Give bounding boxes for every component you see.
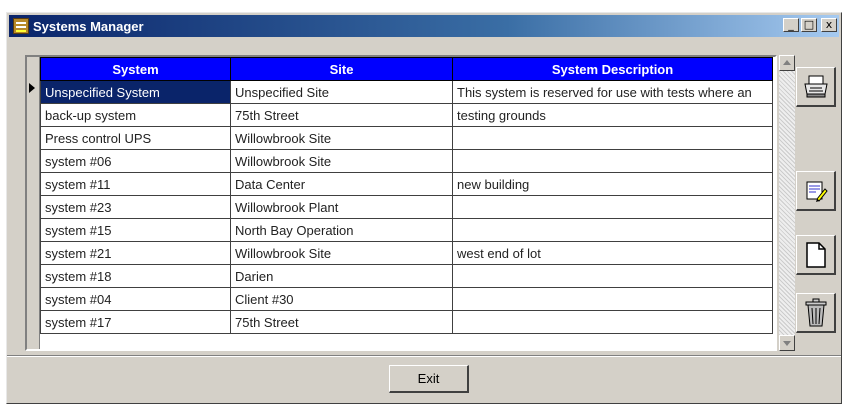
delete-button[interactable] [796, 293, 836, 333]
edit-button[interactable] [796, 171, 836, 211]
cell-description[interactable]: This system is reserved for use with tes… [452, 80, 773, 104]
cell-description[interactable]: new building [452, 172, 773, 196]
systems-table: System Site System Description Unspecifi… [40, 57, 773, 334]
cell-system[interactable]: system #15 [40, 218, 231, 242]
column-header-system[interactable]: System [40, 57, 231, 81]
current-row-indicator-icon [29, 83, 35, 93]
cell-site[interactable]: Data Center [230, 172, 453, 196]
row-header-column [27, 57, 40, 349]
table-row[interactable]: system #11 Data Center new building [40, 172, 773, 196]
cell-system[interactable]: system #17 [40, 310, 231, 334]
cell-description[interactable]: testing grounds [452, 103, 773, 127]
print-button[interactable] [796, 67, 836, 107]
scroll-track[interactable] [779, 71, 795, 335]
cell-site[interactable]: Darien [230, 264, 453, 288]
window-controls: _ □ x [783, 18, 837, 32]
minimize-button[interactable]: _ [783, 18, 799, 32]
window-title: Systems Manager [33, 18, 144, 34]
cell-site[interactable]: Willowbrook Site [230, 126, 453, 150]
cell-site[interactable]: Unspecified Site [230, 80, 453, 104]
cell-system[interactable]: Press control UPS [40, 126, 231, 150]
title-bar: Systems Manager _ □ x [9, 15, 839, 37]
cell-system[interactable]: system #06 [40, 149, 231, 173]
table-row[interactable]: system #21 Willowbrook Site west end of lo… [40, 241, 773, 265]
cell-system[interactable]: system #11 [40, 172, 231, 196]
maximize-button[interactable]: □ [801, 18, 817, 32]
table-row[interactable]: Press control UPS Willowbrook Site [40, 126, 773, 150]
cell-description[interactable] [452, 195, 773, 219]
cell-site[interactable]: Willowbrook Site [230, 149, 453, 173]
table-row[interactable]: back-up system 75th Street testing grounds [40, 103, 773, 127]
cell-system[interactable]: system #04 [40, 287, 231, 311]
cell-system[interactable]: system #21 [40, 241, 231, 265]
cell-description[interactable] [452, 310, 773, 334]
systems-manager-window: Systems Manager _ □ x System Site System… [6, 12, 842, 404]
table-row[interactable]: system #06 Willowbrook Site [40, 149, 773, 173]
cell-site[interactable]: North Bay Operation [230, 218, 453, 242]
exit-button[interactable]: Exit [389, 365, 469, 393]
scroll-up-arrow-icon[interactable] [779, 55, 795, 71]
cell-system[interactable]: Unspecified System [40, 80, 231, 104]
column-header-description[interactable]: System Description [452, 57, 773, 81]
new-document-icon [805, 241, 826, 268]
printer-icon [803, 75, 828, 97]
trash-icon [805, 298, 826, 326]
systems-grid: System Site System Description Unspecifi… [25, 55, 777, 351]
cell-description[interactable] [452, 126, 773, 150]
new-document-button[interactable] [796, 235, 836, 275]
table-body: Unspecified System Unspecified Site This s… [40, 80, 773, 334]
table-row[interactable]: system #18 Darien [40, 264, 773, 288]
table-row[interactable]: Unspecified System Unspecified Site This s… [40, 80, 773, 104]
cell-description[interactable] [452, 149, 773, 173]
app-icon [13, 18, 29, 34]
cell-system[interactable]: system #18 [40, 264, 231, 288]
vertical-scrollbar[interactable] [779, 55, 795, 351]
cell-description[interactable] [452, 287, 773, 311]
cell-description[interactable] [452, 218, 773, 242]
cell-system[interactable]: system #23 [40, 195, 231, 219]
scroll-down-arrow-icon[interactable] [779, 335, 795, 351]
cell-system[interactable]: back-up system [40, 103, 231, 127]
cell-site[interactable]: 75th Street [230, 310, 453, 334]
cell-site[interactable]: Willowbrook Site [230, 241, 453, 265]
table-row[interactable]: system #23 Willowbrook Plant [40, 195, 773, 219]
edit-icon [806, 181, 828, 202]
table-row[interactable]: system #04 Client #30 [40, 287, 773, 311]
cell-site[interactable]: Willowbrook Plant [230, 195, 453, 219]
cell-description[interactable] [452, 264, 773, 288]
table-header-row: System Site System Description [40, 57, 773, 81]
close-button[interactable]: x [821, 18, 837, 32]
cell-site[interactable]: Client #30 [230, 287, 453, 311]
table-row[interactable]: system #15 North Bay Operation [40, 218, 773, 242]
table-row[interactable]: system #17 75th Street [40, 310, 773, 334]
column-header-site[interactable]: Site [230, 57, 453, 81]
cell-description[interactable]: west end of lot [452, 241, 773, 265]
cell-site[interactable]: 75th Street [230, 103, 453, 127]
